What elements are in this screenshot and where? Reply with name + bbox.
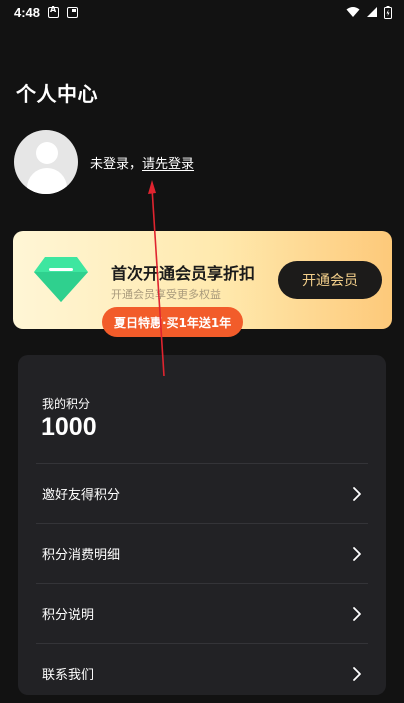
status-time: 4:48 bbox=[14, 4, 41, 20]
avatar[interactable] bbox=[14, 130, 78, 194]
vip-title: 首次开通会员享折扣 bbox=[111, 264, 256, 283]
status-left: 4:48 bbox=[14, 4, 79, 20]
menu-item-label: 邀好友得积分 bbox=[42, 488, 121, 503]
avatar-body-icon bbox=[27, 168, 67, 194]
menu-item-contact-us[interactable]: 联系我们 bbox=[36, 643, 368, 703]
menu-item-label: 积分说明 bbox=[42, 608, 95, 623]
menu-item-points-history[interactable]: 积分消费明细 bbox=[36, 523, 368, 583]
user-row: 未登录，请先登录 bbox=[14, 130, 194, 194]
notification-card-icon bbox=[67, 6, 79, 18]
vip-subtitle: 开通会员享受更多权益 bbox=[111, 288, 221, 301]
signal-icon bbox=[367, 7, 377, 17]
points-value: 1000 bbox=[41, 413, 97, 441]
chevron-right-icon bbox=[353, 486, 361, 501]
page-title: 个人中心 bbox=[16, 82, 98, 106]
wifi-icon bbox=[346, 7, 360, 17]
avatar-head-icon bbox=[36, 142, 58, 164]
points-card: 我的积分 1000 邀好友得积分 积分消费明细 积分说明 联系我们 bbox=[18, 355, 386, 695]
chevron-right-icon bbox=[353, 546, 361, 561]
menu-list: 邀好友得积分 积分消费明细 积分说明 联系我们 bbox=[36, 463, 368, 703]
login-link[interactable]: 请先登录 bbox=[142, 157, 194, 172]
status-right bbox=[346, 5, 392, 19]
login-status: 未登录， bbox=[90, 156, 143, 172]
menu-item-points-info[interactable]: 积分说明 bbox=[36, 583, 368, 643]
status-bar: 4:48 bbox=[0, 0, 404, 24]
menu-item-label: 联系我们 bbox=[42, 668, 95, 683]
open-vip-button[interactable]: 开通会员 bbox=[278, 261, 382, 299]
chevron-right-icon bbox=[353, 666, 361, 681]
notification-a-icon bbox=[48, 5, 60, 18]
chevron-right-icon bbox=[353, 606, 361, 621]
diamond-icon bbox=[34, 257, 88, 302]
points-label: 我的积分 bbox=[42, 397, 91, 411]
menu-item-invite-friends[interactable]: 邀好友得积分 bbox=[36, 463, 368, 523]
promo-badge: 夏日特惠·买1年送1年 bbox=[102, 307, 244, 337]
menu-item-label: 积分消费明细 bbox=[42, 548, 121, 563]
login-text: 未登录，请先登录 bbox=[90, 153, 194, 172]
battery-icon bbox=[384, 5, 392, 19]
